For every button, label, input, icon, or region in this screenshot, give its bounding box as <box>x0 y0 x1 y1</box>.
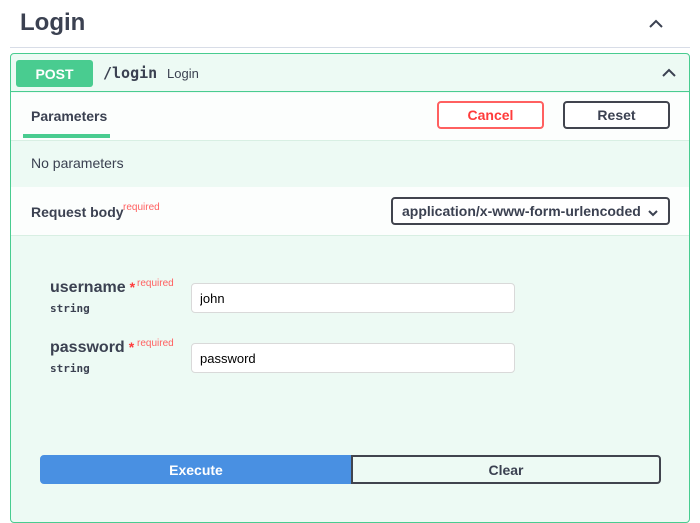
operation-description: Login <box>167 66 199 81</box>
reset-button[interactable]: Reset <box>563 101 670 129</box>
operation-block: POST /login Login Parameters Cancel Rese… <box>10 53 690 523</box>
field-required-password: required <box>137 338 174 349</box>
request-body-header: Request body required application/x-www-… <box>11 187 689 236</box>
operation-path: /login <box>103 64 158 82</box>
execute-button[interactable]: Execute <box>40 455 352 484</box>
field-type-username: string <box>50 302 90 315</box>
request-body-required: required <box>123 202 160 213</box>
parameters-header: Parameters Cancel Reset <box>11 93 689 141</box>
field-label-password: password * <box>50 339 134 357</box>
section-title: Login <box>20 9 86 36</box>
tab-parameters[interactable]: Parameters <box>31 108 107 124</box>
chevron-up-icon[interactable] <box>661 65 677 81</box>
chevron-up-icon[interactable] <box>648 16 664 32</box>
method-badge: POST <box>16 60 93 87</box>
content-type-select[interactable]: application/x-www-form-urlencoded <box>391 197 670 225</box>
field-name-text: password <box>50 339 125 356</box>
required-star: * <box>128 339 135 355</box>
request-body-label: Request body <box>31 204 124 220</box>
field-type-password: string <box>50 362 90 375</box>
field-required-username: required <box>137 278 174 289</box>
password-input[interactable] <box>191 343 515 373</box>
cancel-button[interactable]: Cancel <box>437 101 544 129</box>
username-input[interactable] <box>191 283 515 313</box>
chevron-down-icon <box>648 210 658 217</box>
required-star: * <box>129 279 136 295</box>
section-header[interactable]: Login <box>10 0 690 48</box>
field-label-username: username * <box>50 279 135 297</box>
operation-summary[interactable]: POST /login Login <box>11 54 689 92</box>
tab-active-indicator <box>23 134 110 138</box>
field-name-text: username <box>50 279 126 296</box>
clear-button[interactable]: Clear <box>351 455 661 484</box>
no-parameters-text: No parameters <box>31 155 124 171</box>
content-type-value: application/x-www-form-urlencoded <box>402 203 641 219</box>
